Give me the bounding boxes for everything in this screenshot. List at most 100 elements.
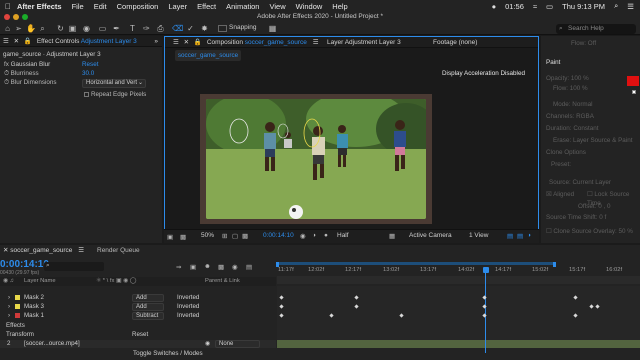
lock-icon[interactable]: 🔒 (24, 38, 32, 45)
draft-3d-icon[interactable]: ▣ (190, 263, 196, 271)
mask-name[interactable]: Mask 1 (24, 312, 44, 320)
shy-icon[interactable]: ☻ (204, 263, 211, 270)
panel-menu-icon[interactable]: ☰ (3, 38, 9, 45)
type-tool-icon[interactable]: T (128, 24, 137, 33)
layer-name-column[interactable]: Layer Name (24, 277, 56, 286)
aligned-checkbox[interactable]: ☒ Aligned (546, 190, 574, 199)
apple-icon[interactable]:  (5, 2, 11, 11)
blur-dimensions-dropdown[interactable]: Horizontal and Vert ⌄ (82, 79, 146, 88)
pan-behind-tool-icon[interactable]: ◉ (82, 24, 91, 33)
lock-icon[interactable]: 🔒 (194, 39, 202, 46)
stopwatch-icon[interactable]: ⏱ (4, 79, 9, 86)
menu-animation[interactable]: Animation (226, 2, 259, 11)
toggle-switches-modes[interactable]: Toggle Switches / Modes (133, 350, 203, 357)
layer-row[interactable]: 2 [soccer...ource.mp4] ◉ None (0, 340, 276, 348)
rectangle-tool-icon[interactable]: ▭ (98, 24, 107, 33)
panel-menu-icon[interactable]: ☰ (78, 247, 84, 254)
region-icon[interactable]: ▢ (232, 232, 238, 240)
offset-value[interactable]: 0 , 0 (598, 203, 610, 210)
expand-arrow-icon[interactable]: › (8, 294, 10, 302)
channels-dropdown[interactable]: RGBA (576, 113, 594, 120)
clone-stamp-tool-icon[interactable]: ⎙ (156, 24, 165, 33)
composition-name[interactable]: soccer_game_source (245, 39, 307, 46)
mask-row[interactable]: › Mask 2 Add Inverted (0, 294, 276, 302)
zoom-tool-icon[interactable]: ⌕ (38, 24, 47, 33)
zoom-dropdown[interactable]: 50% (201, 232, 214, 239)
menu-file[interactable]: File (72, 2, 84, 11)
home-icon[interactable]: ⌂ (3, 24, 12, 33)
flow-value[interactable]: Off (588, 40, 596, 47)
parent-pickwhip-icon[interactable]: ◉ (205, 340, 210, 348)
parent-dropdown[interactable]: None (215, 340, 260, 348)
motion-blur-icon[interactable]: ◉ (232, 263, 238, 271)
menu-composition[interactable]: Composition (117, 2, 159, 11)
repeat-edge-checkbox[interactable] (84, 92, 89, 97)
comp-mini-flowchart-icon[interactable]: ⇒ (176, 263, 181, 271)
fast-preview-icon[interactable]: ▦ (389, 232, 395, 240)
puppet-tool-icon[interactable]: ✸ (200, 24, 209, 33)
search-help-input[interactable]: ⌕ Search Help (556, 24, 636, 34)
source-dropdown[interactable]: Current Layer (572, 179, 611, 186)
rotate-tool-icon[interactable]: ↻ (56, 24, 65, 33)
app-menu[interactable]: After Effects (17, 2, 62, 11)
eraser-tool-icon[interactable]: ⌫ (172, 24, 183, 33)
spotlight-icon[interactable]: ⌕ (614, 1, 618, 11)
lock-source-checkbox[interactable]: ☐ Lock Source Time (587, 190, 640, 207)
mask-mode-dropdown[interactable]: Add (132, 294, 164, 302)
mask-row[interactable]: › Mask 3 Add Inverted (0, 303, 276, 311)
expand-arrow-icon[interactable]: › (8, 312, 10, 320)
mask-color-swatch[interactable] (15, 313, 20, 318)
mask-mode-dropdown[interactable]: Subtract (132, 312, 164, 320)
fx-icon[interactable]: fx (4, 61, 9, 68)
snapshot-icon[interactable]: ◉ (300, 232, 306, 240)
work-area-end-handle[interactable] (553, 262, 556, 267)
erase-dropdown[interactable]: Layer Source & Paint (573, 137, 633, 144)
gaussian-blur-row[interactable]: fx Gaussian Blur (4, 60, 50, 69)
always-preview-icon[interactable]: ▣ (167, 233, 173, 241)
battery-icon[interactable]: ▭ (546, 2, 553, 11)
effect-controls-layer-name[interactable]: Adjustment Layer 3 (81, 38, 137, 45)
pen-tool-icon[interactable]: ✒ (112, 24, 121, 33)
stopwatch-icon[interactable]: ⏱ (4, 70, 9, 77)
parent-link-column[interactable]: Parent & Link (205, 277, 240, 286)
inverted-checkbox[interactable]: Inverted (177, 294, 199, 302)
close-panel-icon[interactable]: ✕ (14, 38, 19, 45)
source-time-shift[interactable]: Source Time Shift: 0 f (546, 213, 606, 222)
exposure-icon[interactable]: ◑ (527, 232, 531, 239)
effects-group[interactable]: Effects (6, 322, 282, 330)
clone-overlay-checkbox[interactable]: ☐ Clone Source Overlay: 50 % (546, 227, 633, 236)
resolution-dropdown[interactable]: Half (337, 232, 349, 239)
inverted-checkbox[interactable]: Inverted (177, 312, 199, 320)
work-area-start-handle[interactable] (276, 262, 279, 267)
mode-dropdown[interactable]: Normal (572, 101, 592, 108)
time-ruler[interactable] (277, 276, 640, 284)
foreground-color-swatch[interactable] (627, 76, 639, 86)
align-icon[interactable]: ▦ (268, 24, 277, 33)
video-frame[interactable] (206, 99, 426, 219)
footage-tab[interactable]: Footage (none) (433, 37, 477, 48)
transform-reset-link[interactable]: Reset (132, 331, 172, 339)
close-panel-icon[interactable]: ☰ (313, 39, 319, 46)
brush-tool-icon[interactable]: ✑ (142, 24, 151, 33)
menu-window[interactable]: Window (296, 2, 323, 11)
inverted-checkbox[interactable]: Inverted (177, 303, 199, 311)
mask-mode-dropdown[interactable]: Add (132, 303, 164, 311)
show-snapshot-icon[interactable]: ◑ (312, 232, 316, 239)
effect-reset-link[interactable]: Reset (82, 60, 98, 69)
wifi-icon[interactable]: ≈ (533, 2, 537, 11)
mask-name[interactable]: Mask 3 (24, 303, 44, 311)
menu-edit[interactable]: Edit (94, 2, 107, 11)
duration-dropdown[interactable]: Constant (573, 125, 598, 132)
layer-name[interactable]: [soccer...ource.mp4] (24, 340, 80, 348)
menu-view[interactable]: View (269, 2, 285, 11)
work-area-bar[interactable] (277, 262, 553, 265)
opacity-value[interactable]: 100 % (571, 75, 589, 82)
reset-exposure-icon[interactable]: ▤ (517, 232, 523, 240)
frame-blending-icon[interactable]: ▩ (218, 263, 224, 271)
mask-row[interactable]: › Mask 1 Subtract Inverted (0, 312, 276, 320)
expand-panels-icon[interactable]: » (154, 36, 158, 47)
views-dropdown[interactable]: 1 View (469, 232, 488, 239)
transparency-icon[interactable]: ▩ (242, 232, 248, 240)
av-features-icon[interactable]: ◉ ♫ (3, 278, 14, 284)
hand-tool-icon[interactable]: ✋ (26, 24, 36, 33)
